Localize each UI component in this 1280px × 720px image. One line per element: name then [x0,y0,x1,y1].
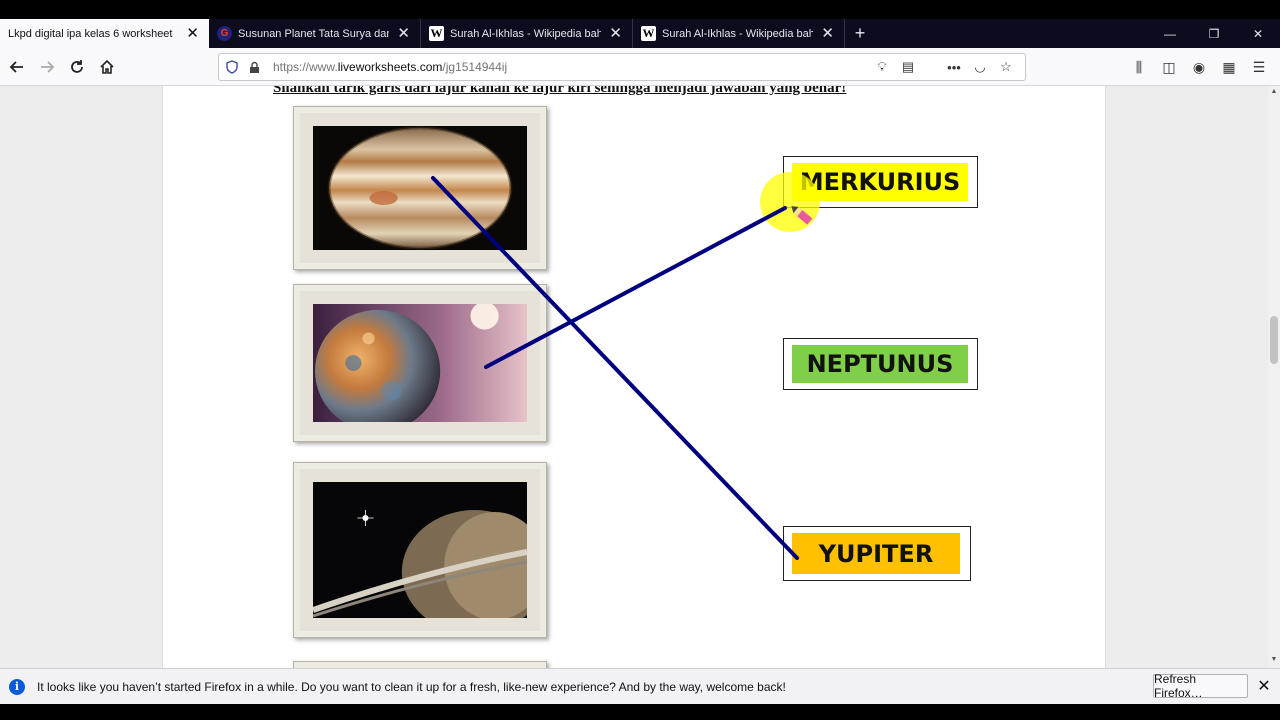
close-tab-icon[interactable]: ✕ [821,26,834,41]
sidebar-icon[interactable]: ◫ [1154,52,1184,82]
lock-icon[interactable] [243,54,265,80]
saturn-image-frame[interactable] [293,462,547,638]
menu-icon[interactable]: ☰ [1244,52,1274,82]
jupiter-image [313,126,527,250]
forward-button[interactable] [32,52,62,82]
address-bar[interactable]: https://www.liveworksheets.com/jg1514944… [218,53,1026,81]
home-button[interactable] [92,52,122,82]
minimize-icon[interactable]: — [1148,19,1192,48]
account-icon[interactable]: ◉ [1184,52,1214,82]
page-actions-icon[interactable]: ••• [941,60,967,75]
url-domain: liveworksheets.com [337,60,443,74]
navigation-toolbar: https://www.liveworksheets.com/jg1514944… [0,48,1280,86]
bookmark-star-icon[interactable]: ☆ [993,59,1019,75]
reader-view-icon[interactable]: ▤ [895,59,921,75]
tab-lkpd-worksheet[interactable]: Lkpd digital ipa kelas 6 worksheet ✕ [0,19,209,48]
worksheet-instruction: Silahkan tarik garis dari lajur kanan ke… [273,86,847,96]
tab-title: Surah Al-Ikhlas - Wikipedia bah [450,27,602,40]
answer-box-neptunus[interactable]: NEPTUNUS [783,330,987,390]
tab-title: Surah Al-Ikhlas - Wikipedia bah [662,27,814,40]
wikipedia-icon: W [641,26,656,41]
back-button[interactable] [2,52,32,82]
url-path: /jg1514944ij [442,60,508,74]
close-tab-icon[interactable]: ✕ [186,26,199,41]
tab-title: Lkpd digital ipa kelas 6 worksheet [8,27,173,40]
url-prefix: https://www. [273,60,338,74]
title-strip [0,0,1280,19]
scroll-up-arrow-icon[interactable]: ▲ [1269,88,1279,98]
window-controls: — ❐ ✕ [1148,19,1280,48]
vertical-scrollbar[interactable]: ▲ ▼ [1268,86,1280,668]
pocket-icon[interactable]: ◡ [967,59,993,75]
mercury-image-frame[interactable] [293,284,547,442]
toolbar-right: ⫼ ◫ ◉ ▦ ☰ [1124,52,1274,82]
answer-label-yupiter: YUPITER [792,533,960,574]
mercury-image [313,304,527,422]
answer-box-yupiter[interactable]: YUPITER [783,518,980,581]
restore-icon[interactable]: ❐ [1192,19,1236,48]
scroll-down-arrow-icon[interactable]: ▼ [1269,656,1279,666]
reload-icon [71,59,83,73]
scroll-thumb[interactable] [1270,316,1278,364]
forward-arrow-icon [41,60,55,73]
notification-bar: i It looks like you haven’t started Fire… [0,668,1280,704]
bottom-strip [0,704,1280,720]
close-tab-icon[interactable]: ✕ [609,26,622,41]
saturn-image [313,482,527,618]
tab-susunan-planet[interactable]: G Susunan Planet Tata Surya dan ✕ [209,19,421,48]
google-icon: G [217,26,232,41]
reload-button[interactable] [62,52,92,82]
new-tab-button[interactable]: + [845,19,875,48]
library-icon[interactable]: ⫼ [1124,52,1154,82]
extensions-icon[interactable]: ▦ [1214,52,1244,82]
jupiter-image-frame[interactable] [293,106,547,270]
next-image-frame[interactable] [293,661,547,668]
worksheet-page: Silahkan tarik garis dari lajur kanan ke… [162,86,1106,668]
tracking-protection-shield-icon[interactable] [221,54,243,80]
info-icon: i [9,678,25,695]
url-text: https://www.liveworksheets.com/jg1514944… [273,60,507,74]
tab-bar: Lkpd digital ipa kelas 6 worksheet ✕ G S… [0,19,1280,48]
lightbulb-icon[interactable]: 💡︎ [869,59,895,75]
answer-label-merkurius: MERKURIUS [792,163,968,201]
home-icon [100,59,114,74]
tab-surah-al-ikhlas-1[interactable]: W Surah Al-Ikhlas - Wikipedia bah ✕ [421,19,633,48]
tab-title: Susunan Planet Tata Surya dan [238,27,390,40]
tab-surah-al-ikhlas-2[interactable]: W Surah Al-Ikhlas - Wikipedia bah ✕ [633,19,845,48]
close-tab-icon[interactable]: ✕ [397,26,410,41]
answer-box-merkurius[interactable]: MERKURIUS [783,148,987,208]
back-arrow-icon [9,60,23,73]
close-window-icon[interactable]: ✕ [1236,19,1280,48]
close-notification-icon[interactable]: ✕ [1254,675,1274,697]
page-content: Silahkan tarik garis dari lajur kanan ke… [0,86,1268,668]
answer-label-neptunus: NEPTUNUS [792,345,968,383]
url-actions: 💡︎ ▤ ••• ◡ ☆ [869,54,1019,80]
notification-message: It looks like you haven’t started Firefo… [37,679,786,694]
wikipedia-icon: W [429,26,444,41]
refresh-firefox-button[interactable]: Refresh Firefox… [1153,672,1248,700]
